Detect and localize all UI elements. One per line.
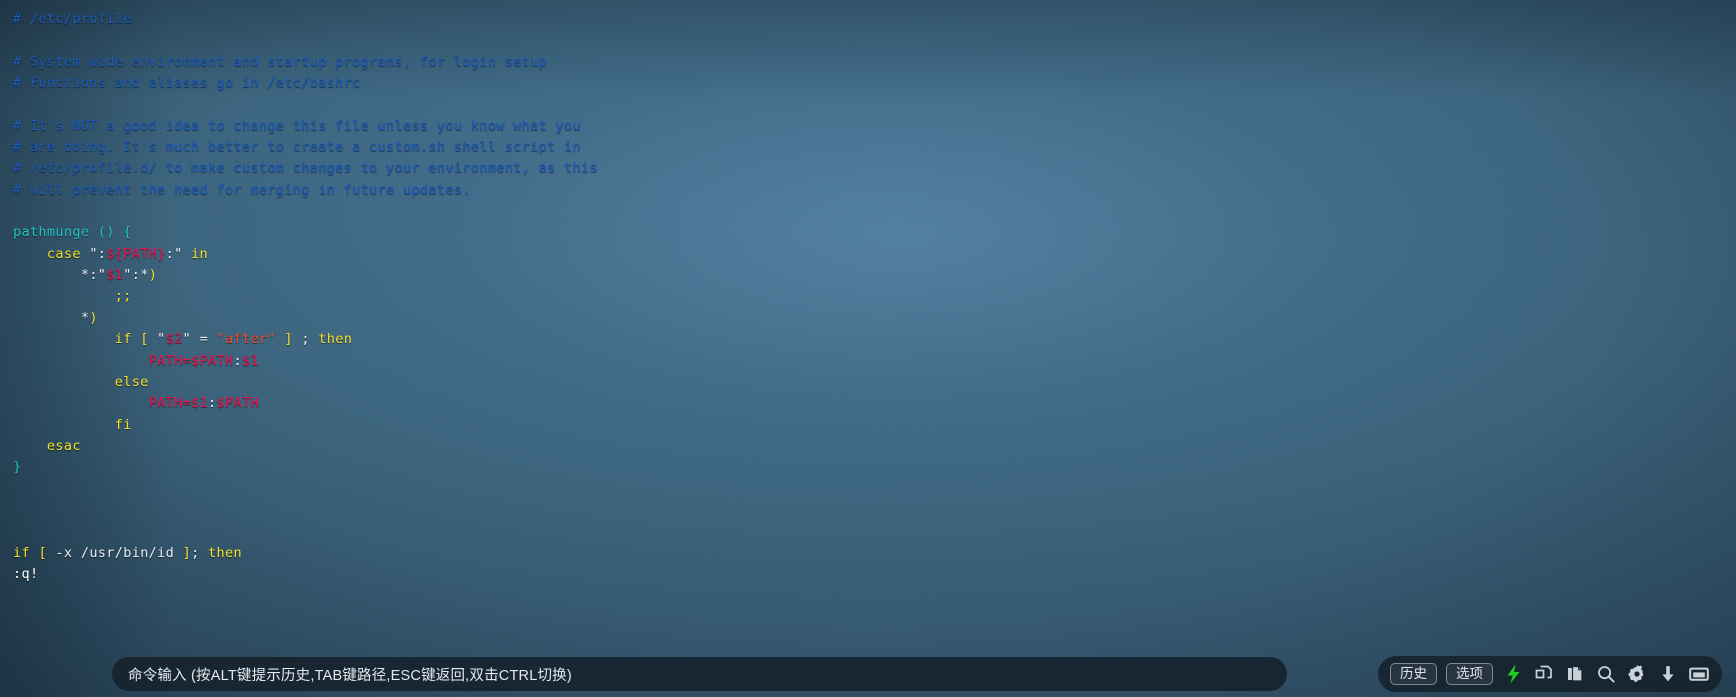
terminal-token: } (13, 459, 22, 476)
terminal-token: $1 (106, 267, 124, 284)
terminal-token: ] (284, 331, 293, 348)
history-button[interactable]: 历史 (1390, 662, 1437, 686)
terminal-line: PATH=$1:$PATH (13, 393, 1736, 414)
download-arrow-icon[interactable] (1657, 663, 1679, 685)
terminal-line: # /etc/profile (13, 9, 1736, 30)
terminal-token: : (233, 352, 242, 369)
paste-icon[interactable] (1564, 663, 1586, 685)
terminal-line: # will prevent the need for merging in f… (13, 180, 1736, 201)
terminal-line: pathmunge () { (13, 222, 1736, 243)
terminal-token: PATH=$1 (148, 395, 208, 412)
copy-icon[interactable] (1533, 663, 1555, 685)
terminal-line: } (13, 457, 1736, 478)
terminal-token: "after" (216, 331, 276, 348)
terminal-output[interactable]: # /etc/profile # System wide environment… (0, 0, 1736, 697)
terminal-line: PATH=$PATH:$1 (13, 351, 1736, 372)
terminal-line: :q! (13, 564, 1736, 585)
terminal-token: # are doing. It's much better to create … (13, 139, 582, 156)
terminal-line: # It's NOT a good idea to change this fi… (13, 116, 1736, 137)
window-icon[interactable] (1688, 663, 1710, 685)
terminal-token: * (140, 267, 149, 284)
options-button[interactable]: 选项 (1446, 662, 1493, 686)
terminal-line: # System wide environment and startup pr… (13, 52, 1736, 73)
search-icon[interactable] (1595, 663, 1617, 685)
terminal-line: fi (13, 415, 1736, 436)
terminal-token: # /etc/profile.d/ to make custom changes… (13, 160, 598, 177)
terminal-token: # It's NOT a good idea to change this fi… (13, 117, 582, 134)
terminal-token: $2 (165, 331, 183, 348)
terminal-token: ${PATH} (106, 245, 166, 262)
terminal-token: case (46, 245, 81, 262)
terminal-line: *) (13, 308, 1736, 329)
terminal-token: ) (89, 309, 98, 326)
command-bar: 命令输入 (按ALT键提示历史,TAB键路径,ESC键返回,双击CTRL切换) … (0, 651, 1736, 697)
terminal-token: " = (182, 331, 217, 348)
terminal-token: fi (114, 416, 132, 433)
terminal-token: $PATH (216, 395, 259, 412)
terminal-token: # will prevent the need for merging in f… (13, 181, 471, 198)
terminal-token: then (208, 544, 242, 561)
terminal-token: [ (140, 331, 149, 348)
terminal-token: -x /usr/bin/id (46, 544, 183, 561)
terminal-line: *:"$1":*) (13, 265, 1736, 286)
command-input-placeholder: 命令输入 (按ALT键提示历史,TAB键路径,ESC键返回,双击CTRL切换) (128, 667, 572, 684)
terminal-token: ": (80, 245, 107, 262)
terminal-token: PATH=$PATH (148, 352, 234, 369)
terminal-token: ;; (114, 288, 132, 305)
terminal-token: pathmunge (13, 224, 90, 241)
terminal-token: if (13, 544, 30, 561)
terminal-token: if (114, 331, 132, 348)
terminal-token: # Functions and aliases go in /etc/bashr… (13, 75, 361, 92)
terminal-token: ": (123, 267, 141, 284)
command-input[interactable]: 命令输入 (按ALT键提示历史,TAB键路径,ESC键返回,双击CTRL切换) (112, 657, 1287, 691)
gear-icon[interactable] (1626, 663, 1648, 685)
terminal-token: :" (165, 245, 192, 262)
terminal-token: :q! (13, 565, 39, 582)
lightning-bolt-icon[interactable] (1502, 663, 1524, 685)
terminal-line: case ":${PATH}:" in (13, 244, 1736, 265)
terminal-token: ; (191, 544, 209, 561)
terminal-token: () { (89, 224, 132, 241)
terminal-token: " (148, 331, 166, 348)
terminal-token: $1 (241, 352, 259, 369)
command-toolbar: 历史 选项 (1378, 656, 1722, 692)
terminal-line: esac (13, 436, 1736, 457)
terminal-token: ] (182, 544, 192, 561)
terminal-token: then (318, 331, 353, 348)
terminal-line: else (13, 372, 1736, 393)
terminal-token: ; (292, 331, 319, 348)
terminal-token: # /etc/profile (13, 11, 132, 27)
terminal-line: # Functions and aliases go in /etc/bashr… (13, 73, 1736, 94)
terminal-line: # are doing. It's much better to create … (13, 137, 1736, 158)
terminal-line: # /etc/profile.d/ to make custom changes… (13, 158, 1736, 179)
terminal-line: if [ -x /usr/bin/id ]; then (13, 543, 1736, 564)
terminal-token: :" (89, 267, 107, 284)
terminal-token: in (191, 245, 209, 262)
terminal-token: ) (148, 267, 158, 284)
terminal-token: [ (38, 544, 47, 561)
terminal-token: esac (46, 437, 81, 454)
terminal-line: ;; (13, 286, 1736, 307)
terminal-line: if [ "$2" = "after" ] ; then (13, 329, 1736, 350)
terminal-token: else (114, 373, 149, 390)
terminal-token: # System wide environment and startup pr… (13, 53, 548, 70)
